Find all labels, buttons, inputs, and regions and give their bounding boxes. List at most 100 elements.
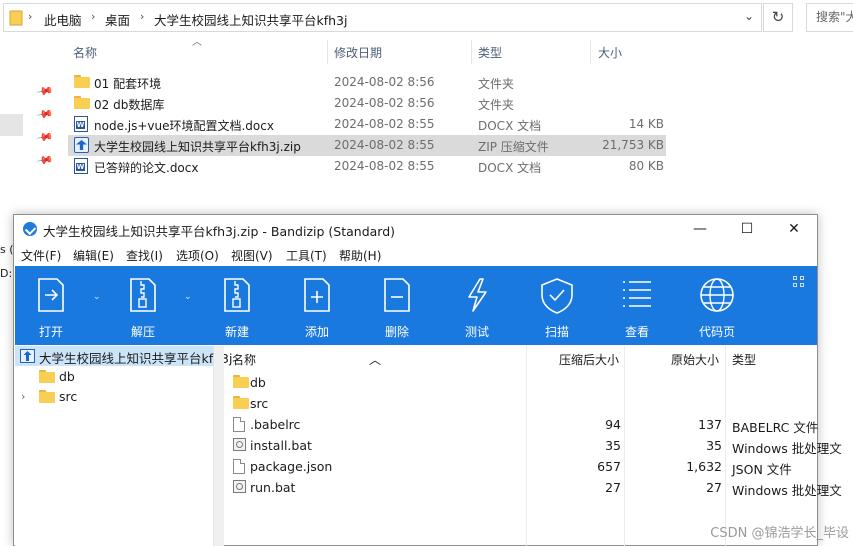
list-item[interactable]: .babelrc 94 137 BABELRC 文件 [224,414,818,435]
zip-icon [20,349,35,363]
layout-toggle-icon[interactable] [793,276,805,288]
file-row[interactable]: W 已答辩的论文.docx 2024-08-02 8:55 DOCX 文档 80… [68,156,666,177]
folder-tree: 大学生校园线上知识共享平台kfh3j db › src [15,346,233,546]
extract-icon [130,278,156,312]
chevron-down-icon[interactable]: ⌄ [184,292,192,302]
column-header-original[interactable]: 原始大小 [671,351,719,368]
file-date: 2024-08-02 8:55 [334,138,435,152]
menu-view[interactable]: 视图(V) [231,247,273,264]
column-header-name[interactable]: 名称 [232,351,256,368]
menu-find[interactable]: 查找(I) [126,247,163,264]
add-file-icon [304,278,330,312]
chevron-down-icon[interactable]: ⌄ [744,9,754,23]
address-bar[interactable]: › 此电脑 › 桌面 › 大学生校园线上知识共享平台kfh3j ⌄ [3,3,762,32]
file-size: 80 KB [628,159,664,173]
file-icon [233,459,245,474]
entry-type: JSON 文件 [732,462,792,477]
entry-packed-size: 657 [597,459,621,474]
file-row-selected[interactable]: 大学生校园线上知识共享平台kfh3j.zip 2024-08-02 8:55 Z… [68,135,666,156]
scan-button[interactable]: 扫描 [527,266,587,345]
breadcrumb-current-folder[interactable]: 大学生校园线上知识共享平台kfh3j [154,10,348,29]
entry-packed-size: 27 [605,480,621,495]
breadcrumb-desktop[interactable]: 桌面 [105,10,130,29]
tree-item-src[interactable]: › src [15,387,213,407]
folder-icon [39,370,55,383]
delete-button[interactable]: 删除 [367,266,427,345]
file-type: DOCX 文档 [478,119,542,133]
column-header-date[interactable]: 修改日期 [334,44,382,61]
list-item[interactable]: run.bat 27 27 Windows 批处理文 [224,477,842,498]
nav-selected-item[interactable] [0,114,23,136]
view-button[interactable]: 查看 [607,266,667,345]
file-type: ZIP 压缩文件 [478,140,549,154]
file-icon [233,417,245,432]
refresh-button[interactable]: ↻ [763,3,793,32]
file-type: 文件夹 [478,77,515,91]
menu-bar: 文件(F) 编辑(E) 查找(I) 选项(O) 视图(V) 工具(T) 帮助(H… [14,243,817,265]
explorer-address-toolbar: › 此电脑 › 桌面 › 大学生校园线上知识共享平台kfh3j ⌄ ↻ 搜索"大 [0,0,853,34]
file-name: 01 配套环境 [94,77,162,91]
view-list-icon [623,281,651,307]
chevron-down-icon[interactable]: ⌄ [93,292,101,302]
file-name: 已答辩的论文.docx [94,161,199,175]
column-header-type[interactable]: 类型 [478,44,502,61]
breadcrumb-this-pc[interactable]: 此电脑 [44,10,82,29]
tree-item-root[interactable]: 大学生校园线上知识共享平台kfh3j [15,346,233,366]
column-divider[interactable] [471,40,472,64]
folder-icon [9,10,23,26]
column-header-packed[interactable]: 压缩后大小 [559,351,619,368]
bandizip-window: 大学生校园线上知识共享平台kfh3j.zip - Bandizip (Stand… [13,214,842,546]
file-size: 21,753 KB [602,138,664,152]
folder-icon [233,375,249,388]
scan-shield-icon [541,278,573,314]
menu-tools[interactable]: 工具(T) [286,247,327,264]
codepage-button[interactable]: 代码页 [687,266,747,345]
menu-options[interactable]: 选项(O) [176,247,219,264]
toolbar-label: 查看 [624,325,649,339]
file-row[interactable]: 01 配套环境 2024-08-02 8:56 文件夹 [68,72,666,93]
maximize-button[interactable]: ☐ [725,218,769,240]
toolbar-label: 解压 [130,325,155,339]
minimize-button[interactable]: — [678,218,722,240]
chevron-right-icon[interactable]: › [21,390,25,403]
close-button[interactable]: ✕ [772,218,816,240]
column-divider[interactable] [327,40,328,64]
list-item[interactable]: install.bat 35 35 Windows 批处理文 [224,435,842,456]
list-item[interactable]: src [224,393,817,414]
file-type: DOCX 文档 [478,161,542,175]
column-header-type[interactable]: 类型 [732,351,756,368]
file-type: 文件夹 [478,98,515,112]
entry-name: src [250,396,269,411]
tree-item-db[interactable]: db [15,367,213,387]
batch-file-icon [233,438,246,451]
column-divider[interactable] [590,40,591,64]
zip-icon [74,137,89,153]
add-button[interactable]: 添加 [287,266,347,345]
menu-help[interactable]: 帮助(H) [339,247,381,264]
menu-file[interactable]: 文件(F) [21,247,61,264]
entry-name: install.bat [250,438,312,453]
title-bar[interactable]: 大学生校园线上知识共享平台kfh3j.zip - Bandizip (Stand… [14,215,817,243]
file-row[interactable]: 02 db数据库 2024-08-02 8:56 文件夹 [68,93,666,114]
search-input[interactable]: 搜索"大 [806,3,853,32]
list-item[interactable]: package.json 657 1,632 JSON 文件 [224,456,817,477]
list-header: ︿ 名称 压缩后大小 原始大小 类型 [224,346,817,372]
tree-item-label: 大学生校园线上知识共享平台kfh3j [39,351,233,366]
tree-scrollbar[interactable] [214,346,224,546]
csdn-watermark: CSDN @锦浩学长_毕设 [710,526,849,541]
extract-button[interactable]: 解压 [113,266,173,345]
file-size: 14 KB [628,117,664,131]
toolbar-label: 新建 [224,325,249,339]
test-button[interactable]: 测试 [447,266,507,345]
tree-item-label: src [59,389,78,404]
file-row[interactable]: W node.js+vue环境配置文档.docx 2024-08-02 8:55… [68,114,666,135]
list-item[interactable]: db [224,372,817,393]
toolbar-label: 扫描 [544,325,569,339]
open-button[interactable]: 打开 [21,266,81,345]
toolbar-label: 删除 [384,325,409,339]
column-header-name[interactable]: 名称 [73,44,97,61]
new-archive-button[interactable]: 新建 [207,266,267,345]
column-header-size[interactable]: 大小 [598,44,622,61]
menu-edit[interactable]: 编辑(E) [73,247,114,264]
file-date: 2024-08-02 8:56 [334,75,435,89]
